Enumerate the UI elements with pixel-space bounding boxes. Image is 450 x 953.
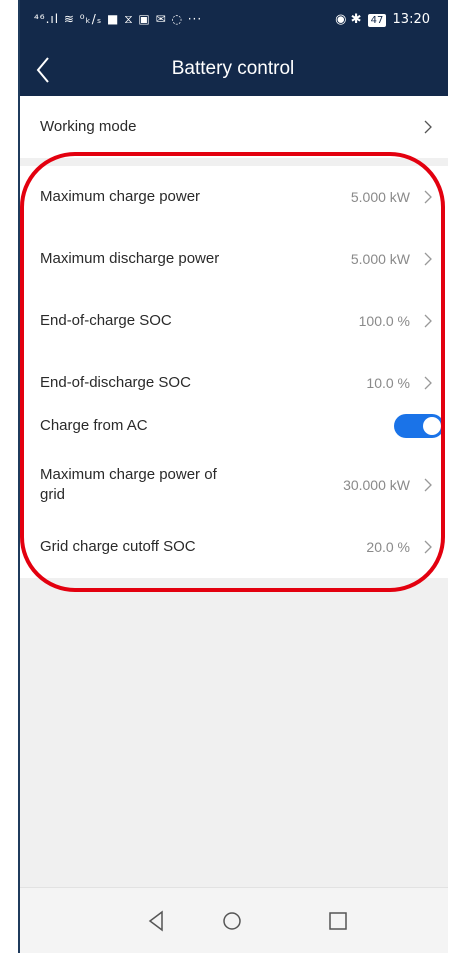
row-working-mode[interactable]: Working mode (18, 96, 448, 158)
row-value: 5.000 kW (350, 189, 410, 205)
row-label: Maximum discharge power (40, 250, 220, 267)
frame-left-edge (18, 0, 20, 953)
row-value: 100.0 % (358, 313, 410, 329)
system-nav-bar (18, 887, 448, 953)
app-header: Battery control (18, 44, 448, 96)
status-bar: ⁴⁶.ıl ≋ ⁰ₖ/ₛ ■ ⧖ ▣ ✉ ◌ ··· ◉ ✱ 47 13:20 (18, 0, 448, 44)
phone-screen: ⁴⁶.ıl ≋ ⁰ₖ/ₛ ■ ⧖ ▣ ✉ ◌ ··· ◉ ✱ 47 13:20 … (18, 0, 448, 953)
chevron-right-icon (424, 314, 432, 328)
chevron-right-icon (424, 120, 432, 134)
toggle-knob (423, 417, 441, 435)
row-charge-from-ac: Charge from AC (18, 398, 448, 454)
row-value: 10.0 % (366, 375, 410, 391)
triangle-back-icon (148, 910, 163, 932)
row-end-of-charge-soc[interactable]: End-of-charge SOC 100.0 % (18, 290, 448, 352)
row-label: Working mode (40, 118, 137, 135)
charge-from-ac-toggle[interactable] (394, 414, 444, 438)
section-charge-settings: Maximum charge power 5.000 kW Maximum di… (18, 166, 448, 414)
nav-back-button[interactable] (143, 908, 169, 934)
nav-recent-button[interactable] (325, 908, 351, 934)
row-value: 30.000 kW (343, 477, 410, 493)
section-grid-charge: Charge from AC Maximum charge power of g… (18, 398, 448, 578)
row-max-charge-power[interactable]: Maximum charge power 5.000 kW (18, 166, 448, 228)
circle-home-icon (223, 912, 241, 930)
row-max-discharge-power[interactable]: Maximum discharge power 5.000 kW (18, 228, 448, 290)
battery-level: 47 (367, 14, 387, 27)
chevron-right-icon (424, 252, 432, 266)
row-max-charge-power-grid[interactable]: Maximum charge power of grid 30.000 kW (18, 454, 448, 516)
chevron-right-icon (424, 376, 432, 390)
eye-bluetooth-icons: ◉ ✱ (335, 12, 362, 27)
row-label: Maximum charge power of grid (40, 466, 217, 503)
row-label: Grid charge cutoff SOC (40, 538, 196, 555)
row-label: End-of-charge SOC (40, 312, 172, 329)
row-value: 5.000 kW (350, 251, 410, 267)
chevron-right-icon (424, 540, 432, 554)
row-value: 20.0 % (366, 539, 410, 555)
status-icons-right: ◉ ✱ 47 13:20 (335, 12, 430, 27)
chevron-right-icon (424, 478, 432, 492)
row-label: Charge from AC (40, 417, 148, 434)
square-recent-icon (329, 912, 347, 930)
clock: 13:20 (392, 12, 430, 27)
page-title: Battery control (171, 58, 295, 79)
row-label: Maximum charge power (40, 188, 201, 205)
row-grid-charge-cutoff-soc[interactable]: Grid charge cutoff SOC 20.0 % (18, 516, 448, 578)
status-icons-left: ⁴⁶.ıl ≋ ⁰ₖ/ₛ ■ ⧖ ▣ ✉ ◌ ··· (34, 12, 203, 26)
nav-home-button[interactable] (219, 908, 245, 934)
chevron-right-icon (424, 190, 432, 204)
row-label: End-of-discharge SOC (40, 374, 191, 391)
section-working-mode: Working mode (18, 96, 448, 158)
